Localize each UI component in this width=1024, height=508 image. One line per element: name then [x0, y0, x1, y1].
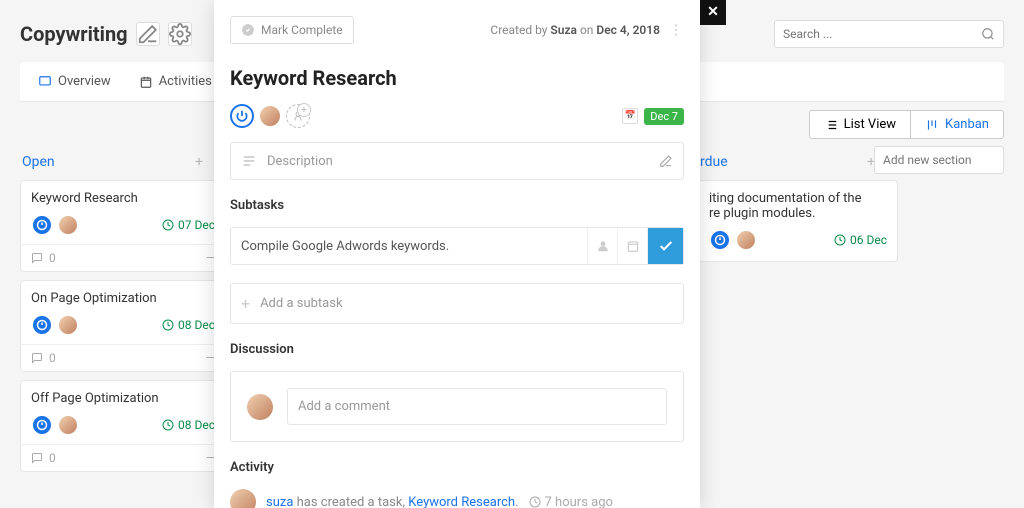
task-title[interactable]: Keyword Research	[230, 66, 684, 90]
due-badge: Dec 7	[644, 108, 684, 125]
comment-input[interactable]: Add a comment	[287, 388, 667, 425]
assignees-row: 📅 Dec 7	[230, 104, 684, 128]
more-icon[interactable]	[668, 22, 684, 38]
activity-item: suza has created a task, Keyword Researc…	[230, 489, 684, 508]
add-subtask-input[interactable]: + Add a subtask	[230, 283, 684, 324]
subtasks-label: Subtasks	[230, 198, 684, 213]
modal-header: Mark Complete Created by Suza on Dec 4, …	[214, 0, 700, 60]
current-user-avatar-icon	[247, 394, 273, 420]
calendar-icon: 📅	[622, 108, 638, 124]
task-modal: Mark Complete Created by Suza on Dec 4, …	[214, 0, 700, 508]
created-by-text: Created by Suza on Dec 4, 2018	[490, 23, 660, 37]
clock-icon	[529, 496, 541, 508]
subtask-actions	[587, 228, 683, 264]
power-icon[interactable]	[230, 104, 254, 128]
activity-label: Activity	[230, 460, 684, 475]
discussion-box: Add a comment	[230, 371, 684, 442]
plus-icon: +	[241, 294, 250, 313]
assign-icon[interactable]	[587, 228, 617, 264]
subtask-item[interactable]: Compile Google Adwords keywords.	[230, 227, 684, 265]
pencil-icon[interactable]	[659, 154, 673, 168]
paragraph-icon	[241, 153, 257, 169]
activity-time: 7 hours ago	[529, 495, 613, 508]
activity-avatar-icon	[230, 489, 256, 508]
description-field[interactable]: Description	[230, 142, 684, 180]
check-circle-icon	[241, 23, 255, 37]
complete-subtask-button[interactable]	[647, 228, 683, 264]
modal-overlay: ✕ Mark Complete Created by Suza on Dec 4…	[0, 0, 1024, 508]
close-icon[interactable]: ✕	[700, 0, 726, 25]
date-icon[interactable]	[617, 228, 647, 264]
due-date-pill[interactable]: 📅 Dec 7	[622, 108, 684, 125]
activity-text: suza has created a task, Keyword Researc…	[266, 495, 519, 508]
mark-complete-button[interactable]: Mark Complete	[230, 16, 354, 44]
add-assignee-button[interactable]	[286, 104, 310, 128]
modal-body: Keyword Research 📅 Dec 7 Description Sub…	[214, 66, 700, 508]
assignee-avatar-icon[interactable]	[258, 104, 282, 128]
discussion-label: Discussion	[230, 342, 684, 357]
subtask-text: Compile Google Adwords keywords.	[231, 229, 587, 264]
